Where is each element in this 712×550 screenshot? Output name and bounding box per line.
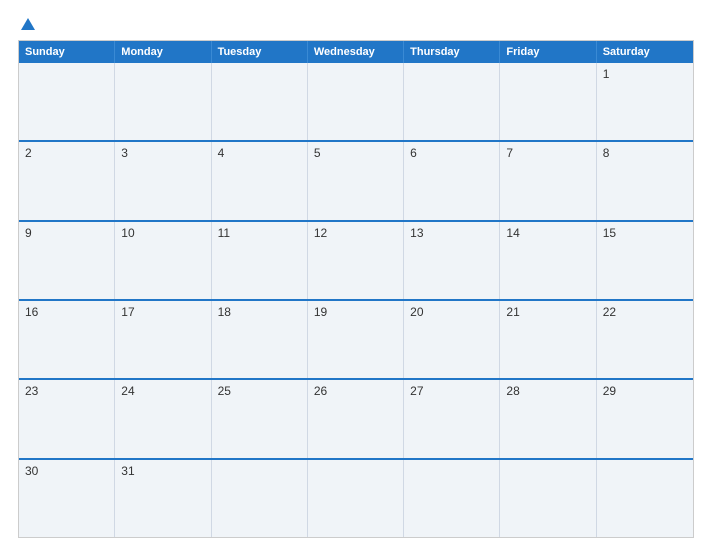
day-number: 4 [218,146,225,160]
day-number: 24 [121,384,134,398]
day-number: 13 [410,226,423,240]
calendar-week-2: 2 3 4 5 6 7 8 [19,140,693,219]
header-thursday: Thursday [404,41,500,63]
day-number: 18 [218,305,231,319]
day-number: 22 [603,305,616,319]
day-number: 3 [121,146,128,160]
day-number: 28 [506,384,519,398]
calendar-day-11: 11 [212,222,308,299]
day-number: 11 [218,226,230,240]
header-monday: Monday [115,41,211,63]
day-number: 21 [506,305,519,319]
calendar-day-empty [308,460,404,537]
day-number: 20 [410,305,423,319]
day-number: 29 [603,384,616,398]
calendar-day-22: 22 [597,301,693,378]
day-number: 17 [121,305,134,319]
calendar-week-1: 1 [19,63,693,140]
calendar-week-4: 16 17 18 19 20 21 22 [19,299,693,378]
calendar-page: Sunday Monday Tuesday Wednesday Thursday… [0,0,712,550]
logo-triangle-icon [21,18,35,30]
calendar-day-empty [19,63,115,140]
calendar-day-20: 20 [404,301,500,378]
calendar-day-26: 26 [308,380,404,457]
day-number: 15 [603,226,616,240]
day-number: 14 [506,226,519,240]
calendar-day-23: 23 [19,380,115,457]
day-number: 9 [25,226,32,240]
calendar-day-25: 25 [212,380,308,457]
day-number: 12 [314,226,327,240]
calendar-day-empty [500,63,596,140]
day-number: 2 [25,146,32,160]
calendar-day-1: 1 [597,63,693,140]
day-number: 16 [25,305,38,319]
calendar-day-empty [212,63,308,140]
day-number: 10 [121,226,134,240]
day-number: 1 [603,67,610,81]
calendar-day-15: 15 [597,222,693,299]
header-wednesday: Wednesday [308,41,404,63]
calendar-day-8: 8 [597,142,693,219]
header-friday: Friday [500,41,596,63]
day-number: 30 [25,464,38,478]
day-number: 7 [506,146,513,160]
calendar-day-31: 31 [115,460,211,537]
day-number: 25 [218,384,231,398]
calendar-day-14: 14 [500,222,596,299]
calendar-day-6: 6 [404,142,500,219]
calendar-day-empty [404,460,500,537]
calendar-day-13: 13 [404,222,500,299]
calendar-day-empty [212,460,308,537]
calendar-day-4: 4 [212,142,308,219]
calendar-day-18: 18 [212,301,308,378]
calendar-day-29: 29 [597,380,693,457]
calendar-day-21: 21 [500,301,596,378]
calendar-body: 1234567891011121314151617181920212223242… [19,63,693,537]
header-sunday: Sunday [19,41,115,63]
day-number: 19 [314,305,327,319]
day-number: 8 [603,146,610,160]
calendar-day-19: 19 [308,301,404,378]
day-number: 31 [121,464,134,478]
calendar-day-17: 17 [115,301,211,378]
calendar-week-6: 30 31 [19,458,693,537]
header-tuesday: Tuesday [212,41,308,63]
calendar-day-28: 28 [500,380,596,457]
calendar-day-2: 2 [19,142,115,219]
calendar-week-5: 23 24 25 26 27 28 29 [19,378,693,457]
header-saturday: Saturday [597,41,693,63]
logo [18,18,35,32]
calendar-grid: Sunday Monday Tuesday Wednesday Thursday… [18,40,694,538]
calendar-day-empty [597,460,693,537]
calendar-day-5: 5 [308,142,404,219]
calendar-day-empty [500,460,596,537]
calendar-day-empty [308,63,404,140]
day-number: 26 [314,384,327,398]
calendar-day-12: 12 [308,222,404,299]
day-number: 6 [410,146,417,160]
logo-blue-text [18,18,35,32]
calendar-week-3: 9 10 11 12 13 14 15 [19,220,693,299]
calendar-day-3: 3 [115,142,211,219]
header [18,18,694,32]
day-number: 5 [314,146,321,160]
calendar-day-7: 7 [500,142,596,219]
calendar-day-27: 27 [404,380,500,457]
calendar-day-30: 30 [19,460,115,537]
day-number: 23 [25,384,38,398]
calendar-day-24: 24 [115,380,211,457]
calendar-day-9: 9 [19,222,115,299]
calendar-day-empty [404,63,500,140]
calendar-day-16: 16 [19,301,115,378]
calendar-header: Sunday Monday Tuesday Wednesday Thursday… [19,41,693,63]
calendar-day-empty [115,63,211,140]
day-number: 27 [410,384,423,398]
calendar-day-10: 10 [115,222,211,299]
